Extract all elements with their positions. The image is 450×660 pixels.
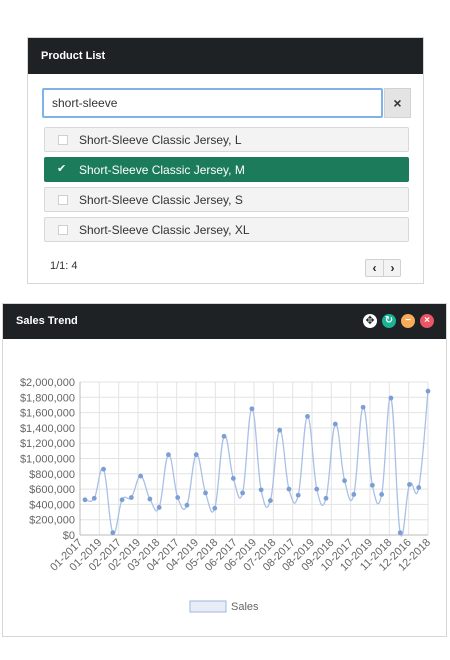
sales-data-point xyxy=(369,482,375,488)
sales-data-point xyxy=(295,492,301,498)
sales-data-point xyxy=(360,404,366,410)
sales-data-point xyxy=(203,490,208,496)
legend-label: Sales xyxy=(231,601,259,613)
sales-data-point xyxy=(175,495,181,500)
sales-data-point xyxy=(119,497,125,503)
sales-data-point xyxy=(332,421,338,427)
sales-data-point xyxy=(314,486,320,492)
sales-data-point xyxy=(323,495,329,501)
sales-data-point xyxy=(268,498,273,503)
sales-data-point xyxy=(221,433,227,439)
sales-data-point xyxy=(240,490,245,496)
y-tick-label: $600,000 xyxy=(29,484,75,496)
sales-trend-chart: $0$200,000$400,000$600,000$800,000$1,000… xyxy=(20,377,433,613)
legend-swatch xyxy=(189,600,227,613)
sales-data-point xyxy=(397,530,403,536)
sales-data-point xyxy=(184,502,190,508)
y-tick-label: $400,000 xyxy=(29,499,75,511)
sales-data-point xyxy=(110,530,116,536)
sales-data-point xyxy=(230,475,236,481)
sales-data-point xyxy=(128,495,134,500)
y-tick-label: $1,400,000 xyxy=(20,423,75,435)
sales-data-point xyxy=(249,406,255,412)
sales-data-point xyxy=(425,388,431,394)
y-tick-label: $800,000 xyxy=(29,469,75,481)
sales-data-point xyxy=(101,466,106,472)
sales-data-point xyxy=(156,505,162,510)
sales-data-point xyxy=(416,485,422,490)
sales-data-point xyxy=(147,496,153,502)
sales-data-point xyxy=(91,495,97,501)
y-tick-label: $1,000,000 xyxy=(20,454,75,466)
sales-data-point xyxy=(138,473,144,479)
y-tick-label: $2,000,000 xyxy=(20,377,75,389)
sales-data-point xyxy=(388,395,394,401)
sales-data-point xyxy=(379,492,385,497)
sales-data-point xyxy=(258,487,264,493)
sales-data-point xyxy=(82,497,88,503)
sales-data-point xyxy=(212,505,218,511)
sales-data-point xyxy=(166,452,171,458)
sales-data-point xyxy=(342,478,347,484)
sales-data-point xyxy=(193,452,199,458)
sales-data-point xyxy=(407,482,412,487)
y-tick-label: $1,800,000 xyxy=(20,392,75,404)
sales-data-point xyxy=(277,427,283,433)
y-tick-label: $1,600,000 xyxy=(20,408,75,420)
y-tick-label: $1,200,000 xyxy=(20,438,75,450)
sales-data-point xyxy=(351,492,357,497)
y-tick-label: $200,000 xyxy=(29,515,75,527)
sales-data-point xyxy=(286,486,292,492)
sales-data-point xyxy=(305,414,310,419)
